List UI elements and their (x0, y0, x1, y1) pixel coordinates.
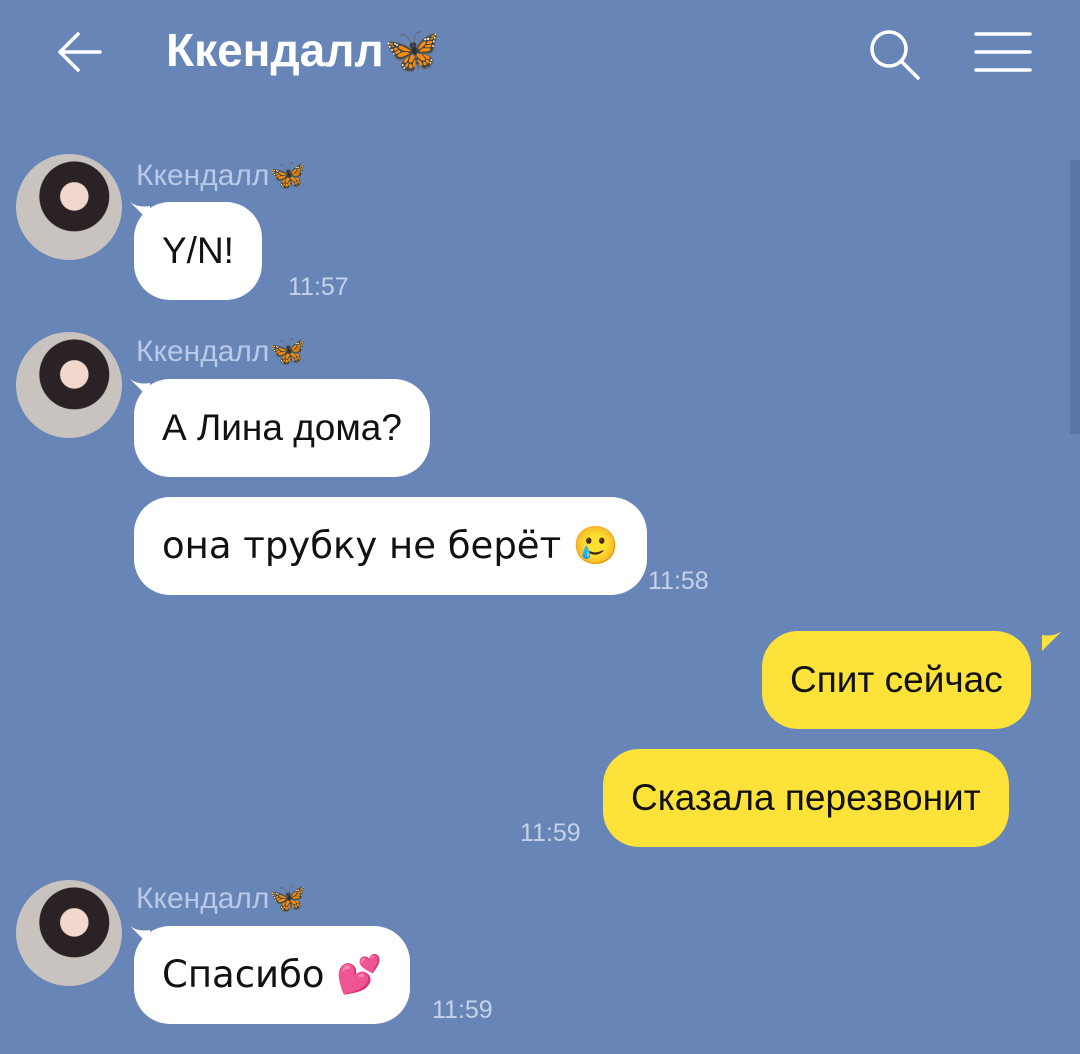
contact-avatar[interactable] (16, 880, 122, 986)
back-arrow-icon (58, 32, 102, 72)
back-button[interactable] (52, 28, 106, 76)
menu-icon (974, 32, 1032, 72)
sender-name: Ккендалл🦋 (136, 159, 307, 192)
message-time: 11:59 (520, 819, 581, 847)
message-bubble-outgoing[interactable]: Спит сейчас (762, 631, 1031, 729)
message-bubble[interactable]: она трубку не берёт 🥲 (134, 497, 647, 595)
message-bubble[interactable]: Спасибо 💕 (134, 926, 411, 1024)
message-bubble[interactable]: А Лина дома? (134, 379, 430, 477)
menu-button[interactable] (974, 30, 1032, 74)
message-bubble-outgoing[interactable]: Сказала перезвонит (603, 749, 1009, 847)
message-bubble[interactable]: Y/N! (134, 202, 262, 300)
chat-header: Ккендалл🦋 (0, 0, 1080, 105)
sender-name: Ккендалл🦋 (136, 882, 307, 915)
search-button[interactable] (866, 26, 922, 82)
message-time: 11:58 (648, 567, 709, 595)
bubble-tail (1042, 631, 1062, 651)
search-icon (870, 30, 920, 80)
contact-avatar[interactable] (16, 332, 122, 438)
message-time: 11:57 (288, 273, 349, 301)
message-time: 11:59 (432, 996, 493, 1024)
scrollbar[interactable] (1070, 160, 1080, 434)
chat-title: Ккендалл🦋 (166, 24, 441, 76)
contact-avatar[interactable] (16, 154, 122, 260)
sender-name: Ккендалл🦋 (136, 335, 307, 368)
